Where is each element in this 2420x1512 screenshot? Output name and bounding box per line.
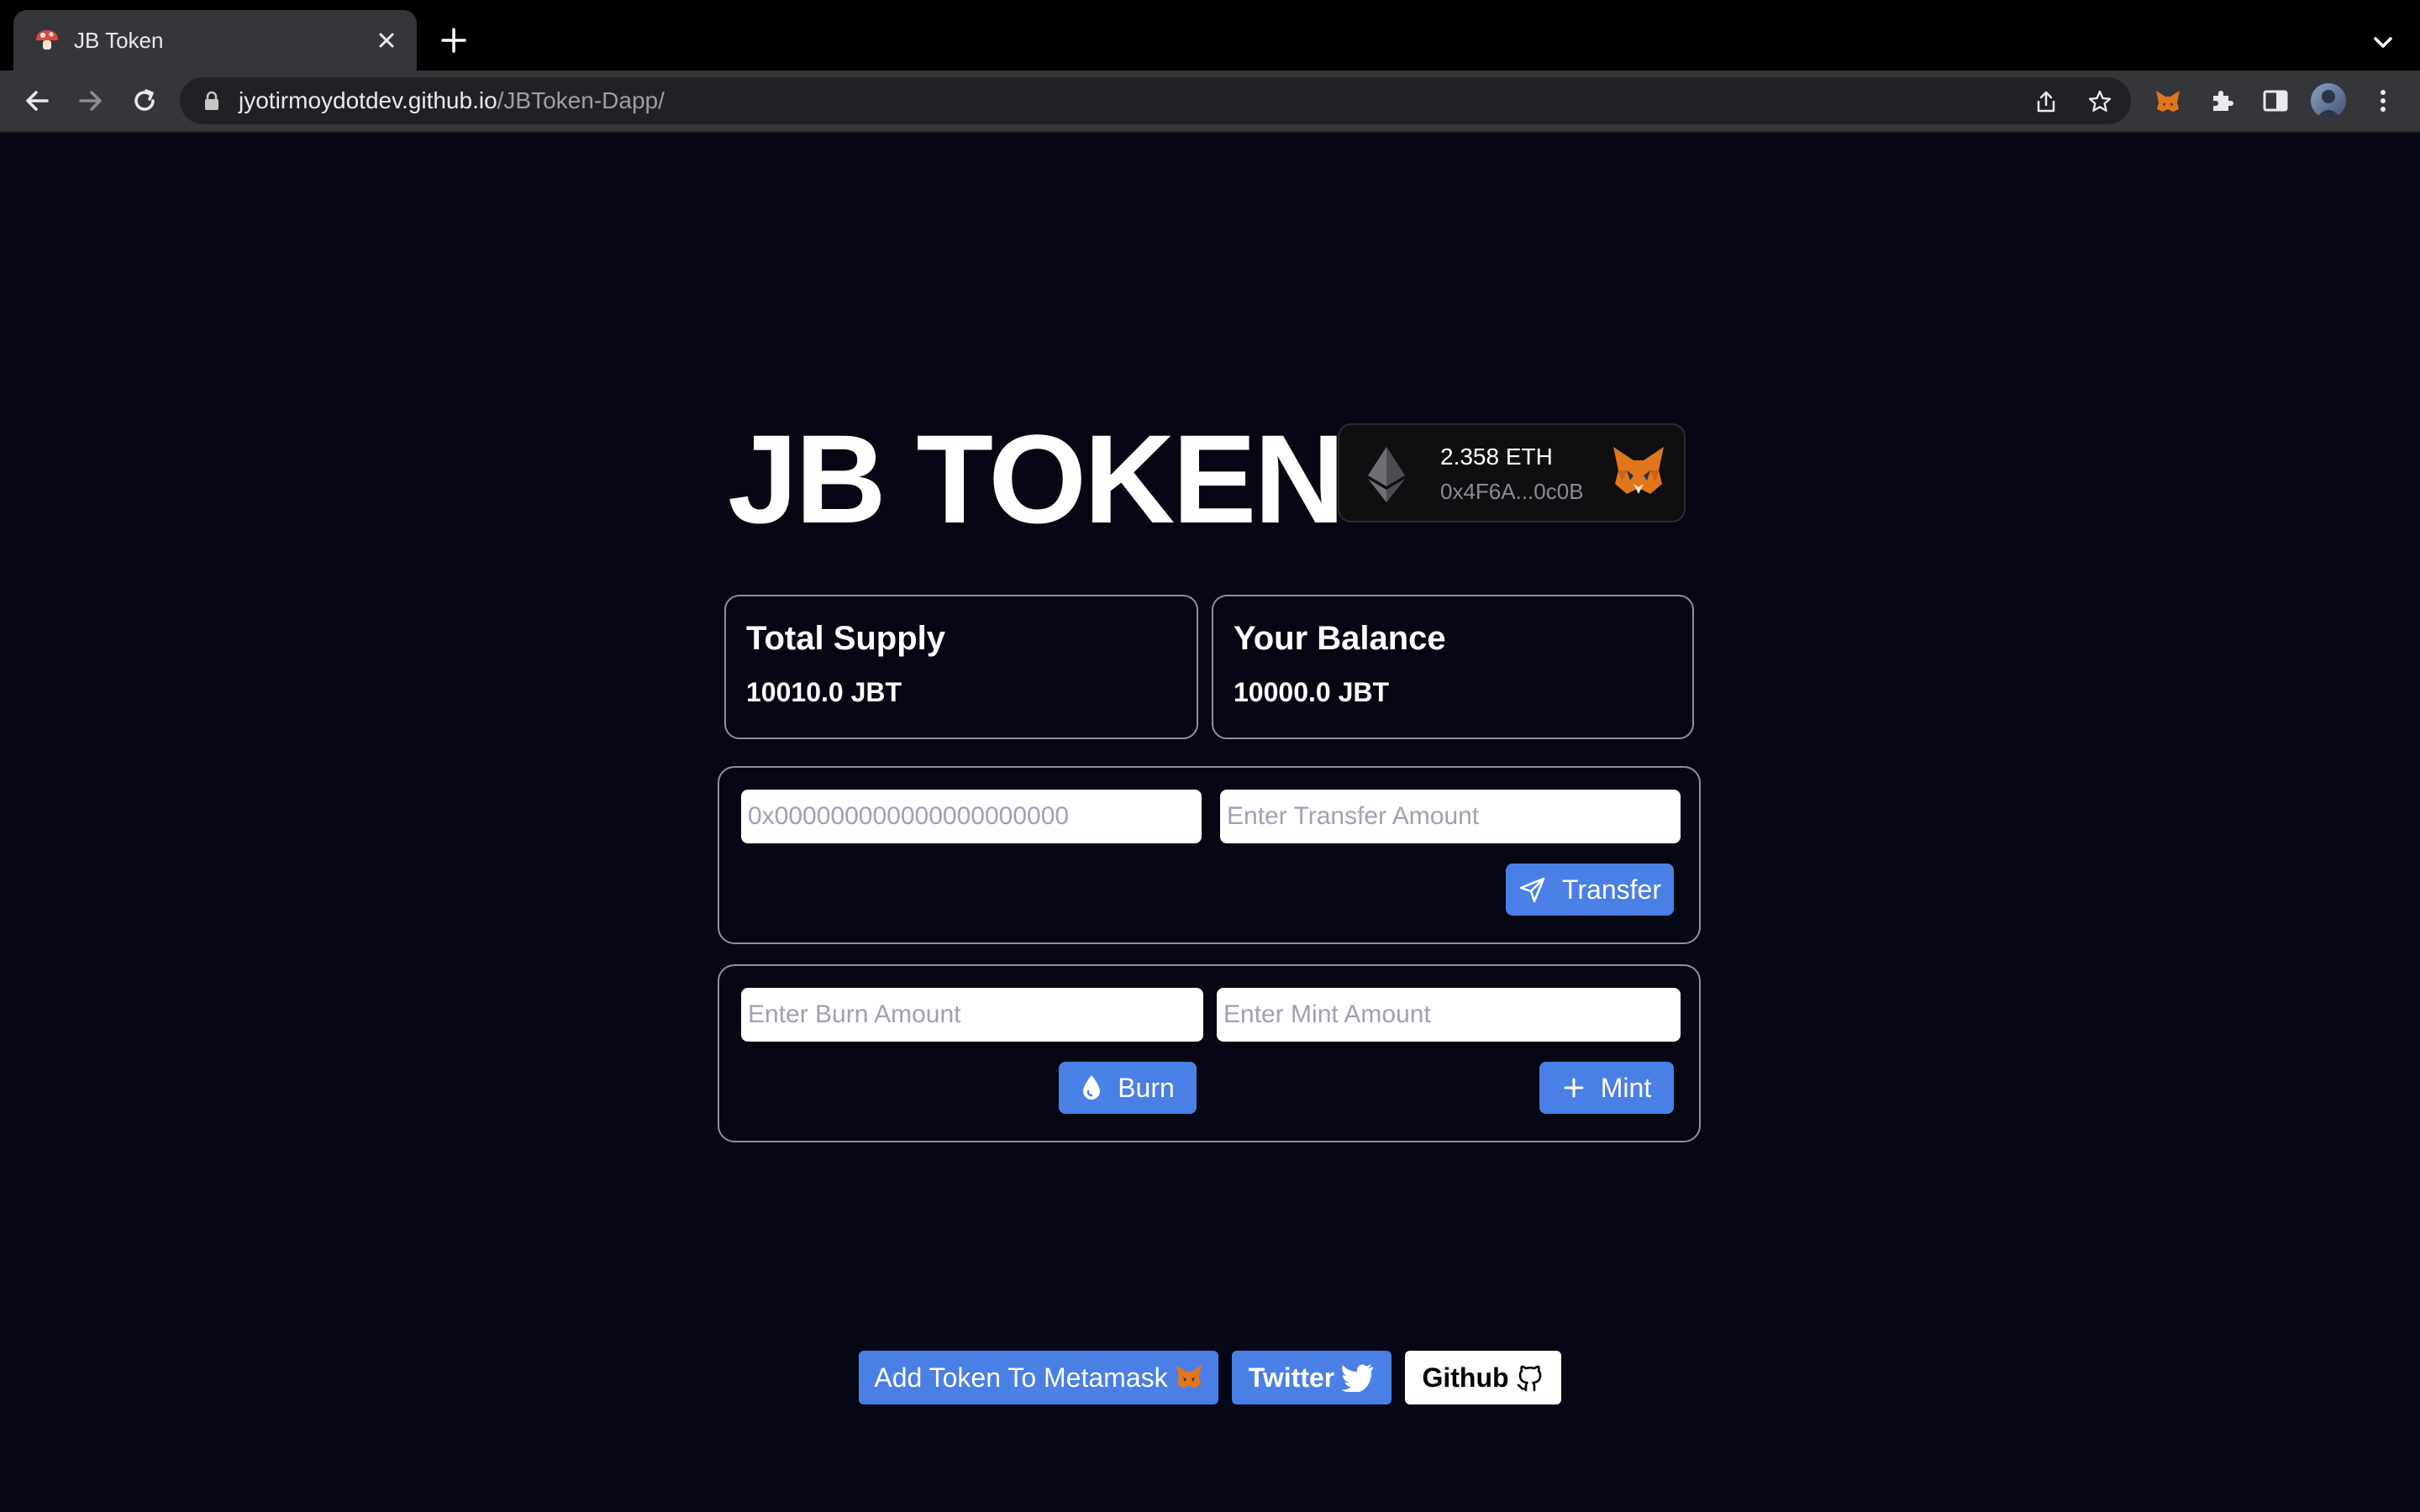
your-balance-card: Your Balance 10000.0 JBT [1212,595,1694,739]
browser-tab-strip: JB Token [0,0,2420,71]
twitter-button[interactable]: Twitter [1232,1351,1392,1404]
metamask-extension-icon[interactable] [2153,86,2183,116]
share-icon[interactable] [2033,89,2059,114]
lock-icon[interactable] [203,91,220,111]
plus-icon [1564,1078,1584,1098]
burn-mint-panel: Burn Mint [718,964,1701,1142]
wallet-balance: 2.358 ETH [1440,444,1553,470]
twitter-bird-icon [1341,1364,1374,1392]
mint-button[interactable]: Mint [1539,1062,1674,1114]
twitter-label: Twitter [1248,1362,1335,1393]
github-icon [1517,1365,1541,1392]
total-supply-card: Total Supply 10010.0 JBT [724,595,1198,739]
close-tab-icon[interactable] [373,27,400,54]
total-supply-value: 10010.0 JBT [746,677,902,707]
your-balance-value: 10000.0 JBT [1234,677,1390,707]
extensions-puzzle-icon[interactable] [2207,86,2237,116]
transfer-amount-input[interactable] [1220,790,1681,843]
address-bar[interactable]: jyotirmoydotdev.github.io/JBToken-Dapp/ [180,77,2131,124]
transfer-panel: Transfer [718,766,1701,944]
url-text[interactable]: jyotirmoydotdev.github.io/JBToken-Dapp/ [239,88,665,113]
browser-tab[interactable]: JB Token [13,10,417,71]
page-title: JB TOKEN [728,408,1345,549]
back-arrow-icon[interactable] [22,86,52,116]
burn-button-label: Burn [1118,1072,1175,1103]
ethereum-icon [1368,447,1405,502]
forward-arrow-icon[interactable] [76,86,106,116]
bookmark-star-icon[interactable] [2087,89,2112,114]
toolbar-divider [0,131,2420,133]
metamask-fox-icon [1176,1365,1202,1389]
chevron-down-icon[interactable] [2370,29,2396,55]
wallet-widget[interactable]: 2.358 ETH 0x4F6A...0c0B [1338,423,1686,522]
kebab-menu-icon[interactable] [2368,86,2398,116]
send-icon [1519,877,1545,903]
mint-amount-input[interactable] [1217,988,1681,1042]
github-button[interactable]: Github [1405,1351,1561,1404]
add-token-label: Add Token To Metamask [874,1362,1168,1393]
burn-amount-input[interactable] [741,988,1203,1042]
total-supply-label: Total Supply [746,620,946,657]
side-panel-icon[interactable] [2260,86,2291,116]
wallet-address: 0x4F6A...0c0B [1440,479,1584,504]
browser-toolbar: jyotirmoydotdev.github.io/JBToken-Dapp/ [0,71,2420,131]
metamask-fox-icon [1613,447,1664,494]
tab-title: JB Token [74,28,164,53]
add-token-button[interactable]: Add Token To Metamask [859,1351,1218,1404]
person-icon [2316,90,2341,118]
new-tab-icon[interactable] [439,25,469,55]
github-label: Github [1422,1362,1509,1393]
burn-button[interactable]: Burn [1059,1062,1197,1114]
transfer-button-label: Transfer [1562,874,1661,905]
recipient-address-input[interactable] [741,790,1202,843]
profile-avatar[interactable] [2311,83,2346,118]
flame-drop-icon [1083,1075,1101,1100]
mushroom-favicon-icon [36,30,58,50]
transfer-button[interactable]: Transfer [1506,864,1674,916]
reload-icon[interactable] [129,86,160,116]
mint-button-label: Mint [1600,1072,1652,1103]
your-balance-label: Your Balance [1234,620,1446,657]
